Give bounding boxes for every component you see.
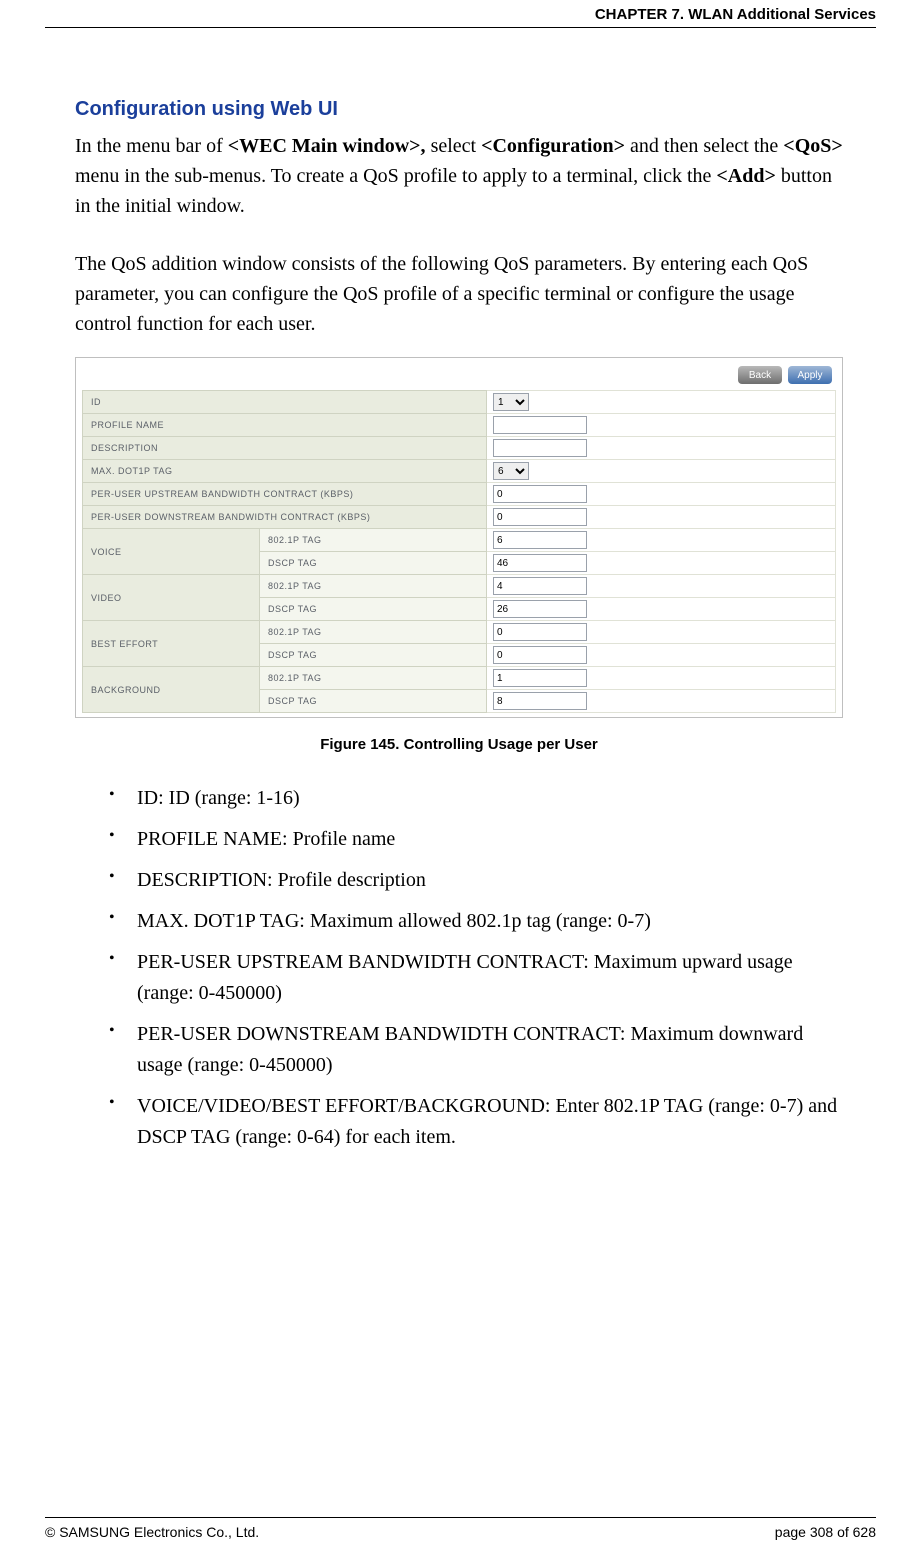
voice-dot1p-input[interactable] <box>493 531 587 549</box>
best-dscp-input[interactable] <box>493 646 587 664</box>
back-dscp-input[interactable] <box>493 692 587 710</box>
table-row: PROFILE NAME <box>83 414 836 437</box>
figure-caption: Figure 145. Controlling Usage per User <box>75 736 843 753</box>
video-dscp-input[interactable] <box>493 600 587 618</box>
bold-text: <Configuration> <box>481 135 625 157</box>
back-button[interactable]: Back <box>738 366 782 384</box>
field-label-profile: PROFILE NAME <box>83 414 487 437</box>
description-input[interactable] <box>493 439 587 457</box>
list-item: PROFILE NAME: Profile name <box>137 824 843 855</box>
text: and then select the <box>625 135 783 157</box>
field-label-video-dscp: DSCP TAG <box>260 598 487 621</box>
table-row: VIDEO 802.1P TAG <box>83 575 836 598</box>
voice-dscp-input[interactable] <box>493 554 587 572</box>
group-label-video: VIDEO <box>83 575 260 621</box>
field-label-description: DESCRIPTION <box>83 437 487 460</box>
field-label-best-dot1p: 802.1P TAG <box>260 621 487 644</box>
intro-paragraph-1: In the menu bar of <WEC Main window>, se… <box>75 131 843 221</box>
running-header: CHAPTER 7. WLAN Additional Services <box>45 0 876 27</box>
field-label-id: ID <box>83 391 487 414</box>
upstream-input[interactable] <box>493 485 587 503</box>
field-label-voice-dot1p: 802.1P TAG <box>260 529 487 552</box>
bold-text: <WEC Main window>, <box>228 135 426 157</box>
field-label-downstream: PER-USER DOWNSTREAM BANDWIDTH CONTRACT (… <box>83 506 487 529</box>
intro-paragraph-2: The QoS addition window consists of the … <box>75 249 843 339</box>
field-label-voice-dscp: DSCP TAG <box>260 552 487 575</box>
footer-rule <box>45 1517 876 1518</box>
field-label-best-dscp: DSCP TAG <box>260 644 487 667</box>
header-rule <box>45 27 876 28</box>
field-label-maxdot1p: MAX. DOT1P TAG <box>83 460 487 483</box>
field-label-back-dot1p: 802.1P TAG <box>260 667 487 690</box>
downstream-input[interactable] <box>493 508 587 526</box>
video-dot1p-input[interactable] <box>493 577 587 595</box>
text: In the menu bar of <box>75 135 228 157</box>
table-row: VOICE 802.1P TAG <box>83 529 836 552</box>
list-item: MAX. DOT1P TAG: Maximum allowed 802.1p t… <box>137 906 843 937</box>
parameter-list: ID: ID (range: 1-16) PROFILE NAME: Profi… <box>75 783 843 1153</box>
figure-screenshot: Back Apply ID 1 PROFILE NAME DESCRIPTION… <box>75 357 843 718</box>
table-row: MAX. DOT1P TAG 6 <box>83 460 836 483</box>
list-item: VOICE/VIDEO/BEST EFFORT/BACKGROUND: Ente… <box>137 1091 843 1153</box>
back-dot1p-input[interactable] <box>493 669 587 687</box>
best-dot1p-input[interactable] <box>493 623 587 641</box>
table-row: BACKGROUND 802.1P TAG <box>83 667 836 690</box>
profile-name-input[interactable] <box>493 416 587 434</box>
table-row: BEST EFFORT 802.1P TAG <box>83 621 836 644</box>
page-number: page 308 of 628 <box>775 1524 876 1540</box>
table-row: PER-USER UPSTREAM BANDWIDTH CONTRACT (KB… <box>83 483 836 506</box>
text: select <box>426 135 482 157</box>
list-item: DESCRIPTION: Profile description <box>137 865 843 896</box>
field-label-back-dscp: DSCP TAG <box>260 690 487 713</box>
table-row: DESCRIPTION <box>83 437 836 460</box>
list-item: ID: ID (range: 1-16) <box>137 783 843 814</box>
group-label-besteffort: BEST EFFORT <box>83 621 260 667</box>
field-label-video-dot1p: 802.1P TAG <box>260 575 487 598</box>
maxdot1p-select[interactable]: 6 <box>493 462 529 480</box>
bold-text: <QoS> <box>783 135 842 157</box>
list-item: PER-USER DOWNSTREAM BANDWIDTH CONTRACT: … <box>137 1019 843 1081</box>
id-select[interactable]: 1 <box>493 393 529 411</box>
table-row: ID 1 <box>83 391 836 414</box>
section-title: Configuration using Web UI <box>75 98 843 121</box>
apply-button[interactable]: Apply <box>788 366 832 384</box>
text: menu in the sub-menus. To create a QoS p… <box>75 165 716 187</box>
copyright-text: © SAMSUNG Electronics Co., Ltd. <box>45 1524 259 1540</box>
bold-text: <Add> <box>716 165 775 187</box>
group-label-background: BACKGROUND <box>83 667 260 713</box>
field-label-upstream: PER-USER UPSTREAM BANDWIDTH CONTRACT (KB… <box>83 483 487 506</box>
group-label-voice: VOICE <box>83 529 260 575</box>
list-item: PER-USER UPSTREAM BANDWIDTH CONTRACT: Ma… <box>137 947 843 1009</box>
table-row: PER-USER DOWNSTREAM BANDWIDTH CONTRACT (… <box>83 506 836 529</box>
